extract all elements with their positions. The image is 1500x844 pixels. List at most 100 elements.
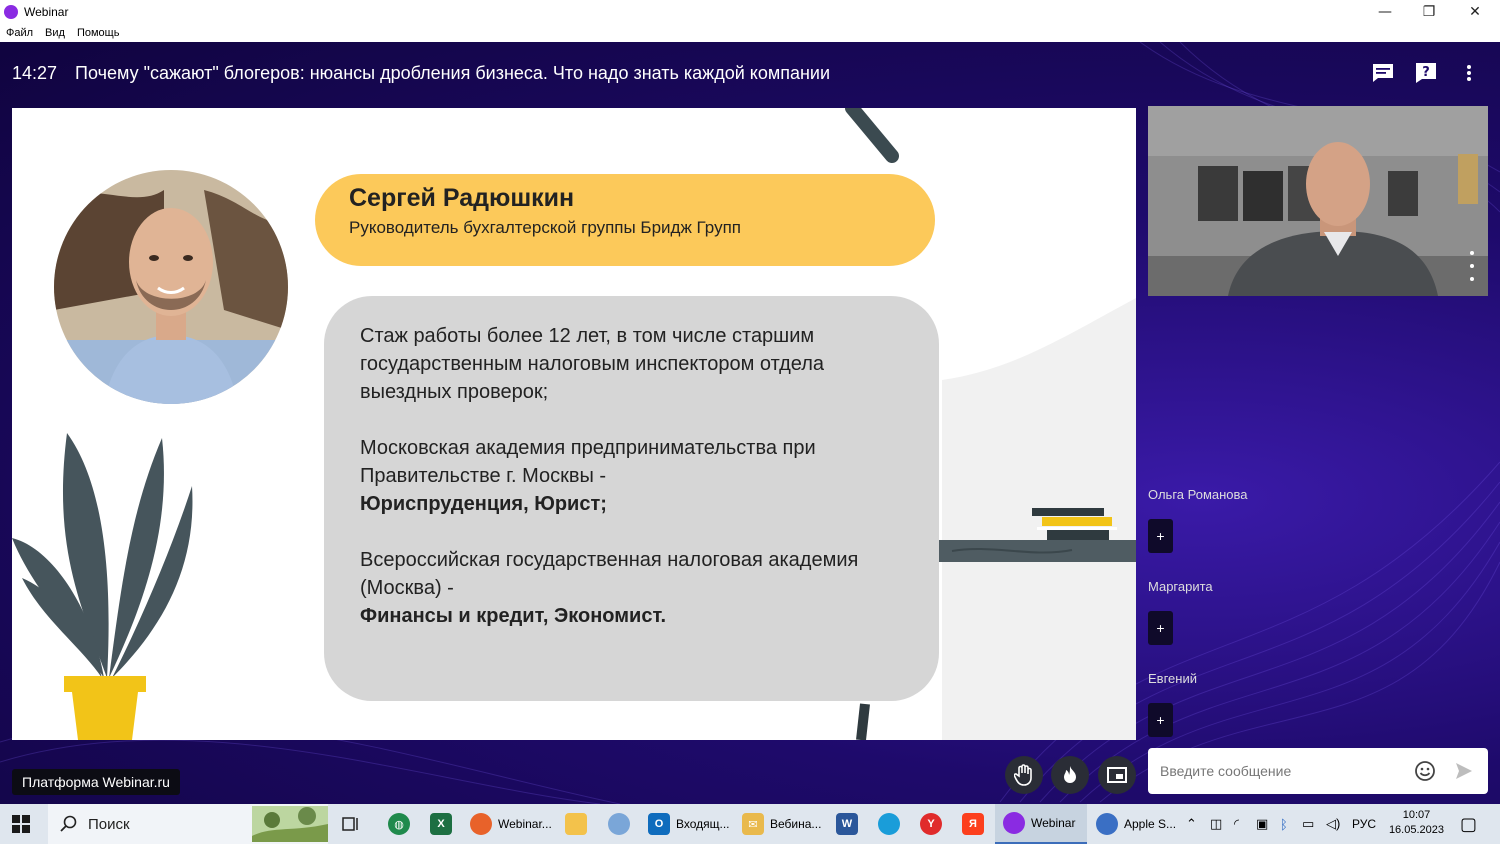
speaker-photo [54, 170, 288, 404]
bio-experience: Стаж работы более 12 лет, в том числе ст… [360, 325, 825, 403]
tray-battery-icon[interactable]: ▭ [1302, 804, 1314, 844]
search-icon [60, 815, 77, 832]
search-highlight-image [252, 806, 328, 842]
taskbar-item-label: Входящ... [676, 817, 730, 831]
search-label: Поиск [88, 815, 130, 833]
webinar-logo-icon [4, 5, 18, 19]
svg-text:?: ? [1422, 65, 1430, 80]
taskbar-explorer[interactable] [565, 804, 587, 844]
speaker-bio: Стаж работы более 12 лет, в том числе ст… [324, 296, 939, 701]
flame-icon [1064, 766, 1076, 783]
webinar-header: 14:27 Почему "сажают" блогеров: нюансы д… [0, 42, 1500, 104]
hand-icon [1014, 764, 1032, 786]
taskbar-excel[interactable]: X [430, 804, 452, 844]
word-icon: W [836, 813, 858, 835]
mail-icon: ✉ [742, 813, 764, 835]
bio-education-2: Всероссийская государственная налоговая … [360, 546, 903, 630]
participant-name: Евгений [1148, 671, 1197, 686]
presentation-slide: Сергей Радюшкин Руководитель бухгалтерск… [12, 108, 1136, 740]
folder-icon [565, 813, 587, 835]
speaker-role: Руководитель бухгалтерской группы Бридж … [349, 218, 741, 237]
taskbar-mail[interactable]: ✉ Вебина... [742, 804, 821, 844]
maximize-button[interactable]: ❐ [1406, 0, 1452, 24]
menu-view[interactable]: Вид [45, 27, 65, 39]
layout-button[interactable] [1098, 756, 1136, 794]
webinar-stage: 14:27 Почему "сажают" блогеров: нюансы д… [0, 42, 1500, 804]
taskbar-clock[interactable]: 10:07 16.05.2023 [1389, 808, 1444, 838]
send-icon[interactable] [1454, 761, 1474, 781]
chat-message-box [1148, 748, 1488, 794]
task-view-button[interactable] [340, 804, 360, 844]
taskbar-item-label: Вебина... [770, 817, 822, 831]
participant-add-button[interactable]: + [1148, 519, 1173, 553]
yandex-browser-icon: Y [920, 813, 942, 835]
chat-icon[interactable] [1370, 60, 1396, 86]
bio-education-2-degree: Финансы и кредит, Экономист. [360, 605, 667, 627]
participant-name: Маргарита [1148, 579, 1213, 594]
window-titlebar: Webinar — ❐ ✕ [0, 0, 1500, 24]
taskbar-snipping[interactable] [608, 804, 630, 844]
taskbar-item-label: Apple S... [1124, 817, 1177, 831]
edge-icon [878, 813, 900, 835]
clock-time: 10:07 [1402, 809, 1431, 821]
webinar-title: Почему "сажают" блогеров: нюансы дроблен… [75, 62, 831, 83]
webinar-icon [1003, 812, 1025, 834]
taskbar-yandex[interactable]: Я [962, 804, 984, 844]
chat-message-input[interactable] [1160, 763, 1410, 779]
elapsed-time: 14:27 [12, 62, 58, 83]
task-view-icon [342, 817, 358, 831]
raise-hand-button[interactable] [1005, 756, 1043, 794]
menu-file[interactable]: Файл [6, 27, 33, 39]
taskbar-word[interactable]: W [836, 804, 858, 844]
participant-add-button[interactable]: + [1148, 703, 1173, 737]
menu-help[interactable]: Помощь [77, 27, 120, 39]
firefox-icon [470, 813, 492, 835]
taskbar-yandex-browser[interactable]: Y [920, 804, 942, 844]
window-title: Webinar [24, 5, 69, 19]
taskbar-outlook[interactable]: O Входящ... [648, 804, 730, 844]
participant-add-button[interactable]: + [1148, 611, 1173, 645]
platform-label[interactable]: Платформа Webinar.ru [12, 769, 180, 795]
bio-education-1-degree: Юриспруденция, Юрист; [360, 493, 607, 515]
outlook-icon: O [648, 813, 670, 835]
tray-language[interactable]: РУС [1352, 804, 1376, 844]
yandex-icon: Я [962, 813, 984, 835]
globe-icon: ◍ [388, 813, 410, 835]
tray-security-icon[interactable]: ◫ [1210, 804, 1222, 844]
close-button[interactable]: ✕ [1452, 0, 1498, 24]
excel-icon: X [430, 813, 452, 835]
speaker-name: Сергей Радюшкин [349, 184, 575, 212]
windows-taskbar: Поиск ◍ X Webinar... O Входящ... ✉ Вебина.… [0, 804, 1500, 844]
taskbar-item-label: Webinar... [498, 817, 552, 831]
notification-icon[interactable]: ▢ [1460, 804, 1477, 844]
tray-chevron-icon[interactable]: ⌃ [1186, 804, 1197, 844]
minimize-button[interactable]: — [1362, 0, 1408, 24]
windows-logo-icon [12, 815, 30, 833]
question-icon[interactable]: ? [1413, 60, 1439, 86]
taskbar-search[interactable]: Поиск [48, 804, 328, 844]
snipping-icon [608, 813, 630, 835]
participant-name: Ольга Романова [1148, 487, 1248, 502]
taskbar-maps-app[interactable]: ◍ [388, 804, 410, 844]
emoji-icon[interactable] [1414, 760, 1436, 782]
bio-education-1-text: Московская академия предпринимательства … [360, 437, 816, 487]
picture-in-picture-icon [1107, 767, 1127, 783]
bio-education-2-text: Всероссийская государственная налоговая … [360, 549, 859, 599]
tray-volume-icon[interactable]: ◁) [1326, 804, 1340, 844]
taskbar-webinar-active[interactable]: Webinar [995, 804, 1087, 844]
tray-wifi-icon[interactable]: ◜ [1234, 804, 1239, 844]
reaction-button[interactable] [1051, 756, 1089, 794]
taskbar-item-label: Webinar [1031, 816, 1076, 830]
taskbar-firefox-webinar[interactable]: Webinar... [470, 804, 552, 844]
taskbar-apple-software[interactable]: Apple S... [1096, 804, 1176, 844]
speaker-video[interactable] [1148, 106, 1488, 296]
taskbar-edge[interactable] [878, 804, 900, 844]
menu-bar: Файл Вид Помощь [0, 24, 1500, 42]
tray-bluetooth-icon[interactable]: ᛒ [1280, 804, 1288, 844]
more-menu-icon[interactable] [1456, 60, 1482, 86]
tray-shield-icon[interactable]: ▣ [1256, 804, 1268, 844]
clock-date: 16.05.2023 [1388, 824, 1444, 836]
start-button[interactable] [12, 804, 30, 844]
bio-education-1: Московская академия предпринимательства … [360, 434, 903, 518]
speaker-name-banner: Сергей Радюшкин Руководитель бухгалтерск… [315, 174, 935, 266]
